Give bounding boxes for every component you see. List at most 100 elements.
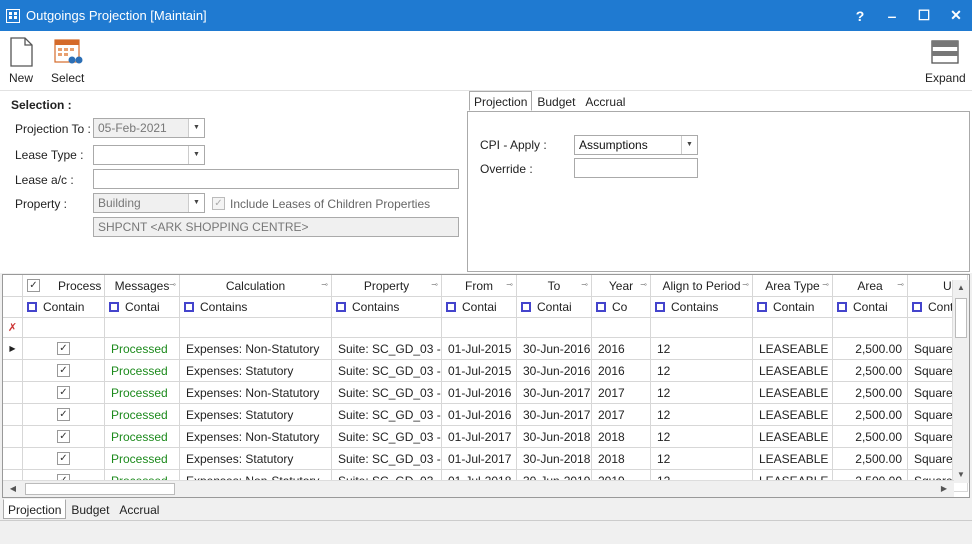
scroll-left-icon[interactable]: ◀ bbox=[5, 481, 21, 497]
scroll-right-icon[interactable]: ▶ bbox=[936, 481, 952, 497]
projection-to-date[interactable]: 05-Feb-2021 ▼ bbox=[93, 118, 205, 138]
chevron-down-icon[interactable]: ▼ bbox=[188, 194, 204, 212]
filter-calculation[interactable]: Contains bbox=[180, 297, 332, 318]
pin-icon[interactable]: ⊸ bbox=[822, 280, 829, 289]
messages-cell[interactable]: Processed bbox=[105, 426, 180, 448]
year-cell[interactable]: 2016 bbox=[592, 360, 651, 382]
process-checkbox[interactable]: ✓ bbox=[57, 408, 70, 421]
area-type-cell[interactable]: LEASEABLE bbox=[753, 426, 833, 448]
col-year[interactable]: Year ⊸ bbox=[592, 275, 651, 297]
lease-ac-input[interactable] bbox=[93, 169, 459, 189]
align-cell[interactable]: 12 bbox=[651, 426, 753, 448]
select-button[interactable]: Select bbox=[51, 37, 84, 85]
pin-icon[interactable]: ⊸ bbox=[169, 280, 176, 289]
calculation-cell[interactable]: Expenses: Statutory bbox=[180, 404, 332, 426]
filter-icon[interactable] bbox=[521, 302, 531, 312]
from-cell[interactable]: 01-Jul-2017 bbox=[442, 426, 517, 448]
chevron-down-icon[interactable]: ▼ bbox=[188, 119, 204, 137]
align-cell[interactable]: 12 bbox=[651, 338, 753, 360]
area-cell[interactable]: 2,500.00 bbox=[833, 448, 908, 470]
filter-icon[interactable] bbox=[757, 302, 767, 312]
tab-budget[interactable]: Budget bbox=[532, 91, 580, 111]
from-cell[interactable]: 01-Jul-2015 bbox=[442, 338, 517, 360]
align-cell[interactable]: 12 bbox=[651, 404, 753, 426]
pin-icon[interactable]: ⊸ bbox=[640, 280, 647, 289]
filter-icon[interactable] bbox=[837, 302, 847, 312]
pin-icon[interactable]: ⊸ bbox=[431, 280, 438, 289]
maximize-button[interactable]: ☐ bbox=[908, 0, 940, 31]
pin-icon[interactable]: ⊸ bbox=[581, 280, 588, 289]
area-cell[interactable]: 2,500.00 bbox=[833, 382, 908, 404]
filter-icon[interactable] bbox=[336, 302, 346, 312]
area-cell[interactable]: 2,500.00 bbox=[833, 404, 908, 426]
bottom-tab-projection[interactable]: Projection bbox=[3, 499, 67, 519]
filter-icon[interactable] bbox=[109, 302, 119, 312]
col-calculation[interactable]: Calculation ⊸ bbox=[180, 275, 332, 297]
area-type-cell[interactable]: LEASEABLE bbox=[753, 404, 833, 426]
col-area-type[interactable]: Area Type ⊸ bbox=[753, 275, 833, 297]
year-cell[interactable]: 2017 bbox=[592, 382, 651, 404]
property-select[interactable]: Building ▼ bbox=[93, 193, 205, 213]
property-cell[interactable]: Suite: SC_GD_03 - 0 bbox=[332, 338, 442, 360]
filter-icon[interactable] bbox=[912, 302, 922, 312]
filter-icon[interactable] bbox=[27, 302, 37, 312]
align-cell[interactable]: 12 bbox=[651, 448, 753, 470]
pin-icon[interactable]: ⊸ bbox=[321, 280, 328, 289]
filter-icon[interactable] bbox=[596, 302, 606, 312]
table-row[interactable]: ▶ ✓ Processed Expenses: Non-Statutory Suite:… bbox=[3, 338, 968, 360]
help-button[interactable]: ? bbox=[844, 0, 876, 31]
calculation-cell[interactable]: Expenses: Statutory bbox=[180, 360, 332, 382]
chevron-down-icon[interactable]: ▼ bbox=[188, 146, 204, 164]
table-row[interactable]: ✓ ProcessedExpenses: Non-StatutorySuite: … bbox=[3, 426, 968, 448]
override-input[interactable] bbox=[574, 158, 698, 178]
tab-projection[interactable]: Projection bbox=[469, 91, 533, 111]
col-from[interactable]: From ⊸ bbox=[442, 275, 517, 297]
filter-icon[interactable] bbox=[655, 302, 665, 312]
property-cell[interactable]: Suite: SC_GD_03 - 0 bbox=[332, 426, 442, 448]
lease-type-select[interactable]: ▼ bbox=[93, 145, 205, 165]
property-cell[interactable]: Suite: SC_GD_03 - 0 bbox=[332, 448, 442, 470]
filter-from[interactable]: Contai bbox=[442, 297, 517, 318]
bottom-tab-accrual[interactable]: Accrual bbox=[114, 499, 164, 519]
area-cell[interactable]: 2,500.00 bbox=[833, 360, 908, 382]
area-cell[interactable]: 2,500.00 bbox=[833, 338, 908, 360]
area-type-cell[interactable]: LEASEABLE bbox=[753, 360, 833, 382]
tab-accrual[interactable]: Accrual bbox=[580, 91, 630, 111]
area-cell[interactable]: 2,500.00 bbox=[833, 426, 908, 448]
to-cell[interactable]: 30-Jun-2018 bbox=[517, 426, 592, 448]
pin-icon[interactable]: ⊸ bbox=[742, 280, 749, 289]
col-align-to-period[interactable]: Align to Period ⊸ bbox=[651, 275, 753, 297]
filter-icon[interactable] bbox=[446, 302, 456, 312]
process-checkbox[interactable]: ✓ bbox=[57, 452, 70, 465]
include-children-checkbox[interactable]: ✓ bbox=[212, 197, 225, 210]
table-row[interactable]: ✓ ProcessedExpenses: Non-StatutorySuite: … bbox=[3, 382, 968, 404]
messages-cell[interactable]: Processed bbox=[105, 448, 180, 470]
minimize-button[interactable]: ‒ bbox=[876, 0, 908, 31]
property-cell[interactable]: Suite: SC_GD_03 - 0 bbox=[332, 404, 442, 426]
calculation-cell[interactable]: Expenses: Non-Statutory bbox=[180, 338, 332, 360]
scroll-down-icon[interactable]: ▼ bbox=[953, 467, 969, 483]
process-checkbox[interactable]: ✓ bbox=[57, 364, 70, 377]
new-button[interactable]: New bbox=[8, 37, 34, 85]
area-type-cell[interactable]: LEASEABLE bbox=[753, 382, 833, 404]
year-cell[interactable]: 2018 bbox=[592, 426, 651, 448]
col-process[interactable]: ✓ Process ⊸ bbox=[23, 275, 105, 297]
pin-icon[interactable]: ⊸ bbox=[94, 280, 101, 289]
messages-cell[interactable]: Processed bbox=[105, 338, 180, 360]
horizontal-scroll-thumb[interactable] bbox=[25, 483, 175, 495]
filter-messages[interactable]: Contai bbox=[105, 297, 180, 318]
scroll-up-icon[interactable]: ▲ bbox=[953, 280, 969, 296]
year-cell[interactable]: 2018 bbox=[592, 448, 651, 470]
messages-cell[interactable]: Processed bbox=[105, 404, 180, 426]
col-messages[interactable]: Messages ⊸ bbox=[105, 275, 180, 297]
area-type-cell[interactable]: LEASEABLE bbox=[753, 448, 833, 470]
filter-area[interactable]: Contai bbox=[833, 297, 908, 318]
align-cell[interactable]: 12 bbox=[651, 360, 753, 382]
pin-icon[interactable]: ⊸ bbox=[506, 280, 513, 289]
filter-align[interactable]: Contains bbox=[651, 297, 753, 318]
year-cell[interactable]: 2017 bbox=[592, 404, 651, 426]
calculation-cell[interactable]: Expenses: Statutory bbox=[180, 448, 332, 470]
filter-year[interactable]: Co bbox=[592, 297, 651, 318]
filter-area-type[interactable]: Contain bbox=[753, 297, 833, 318]
filter-process[interactable]: Contain bbox=[23, 297, 105, 318]
